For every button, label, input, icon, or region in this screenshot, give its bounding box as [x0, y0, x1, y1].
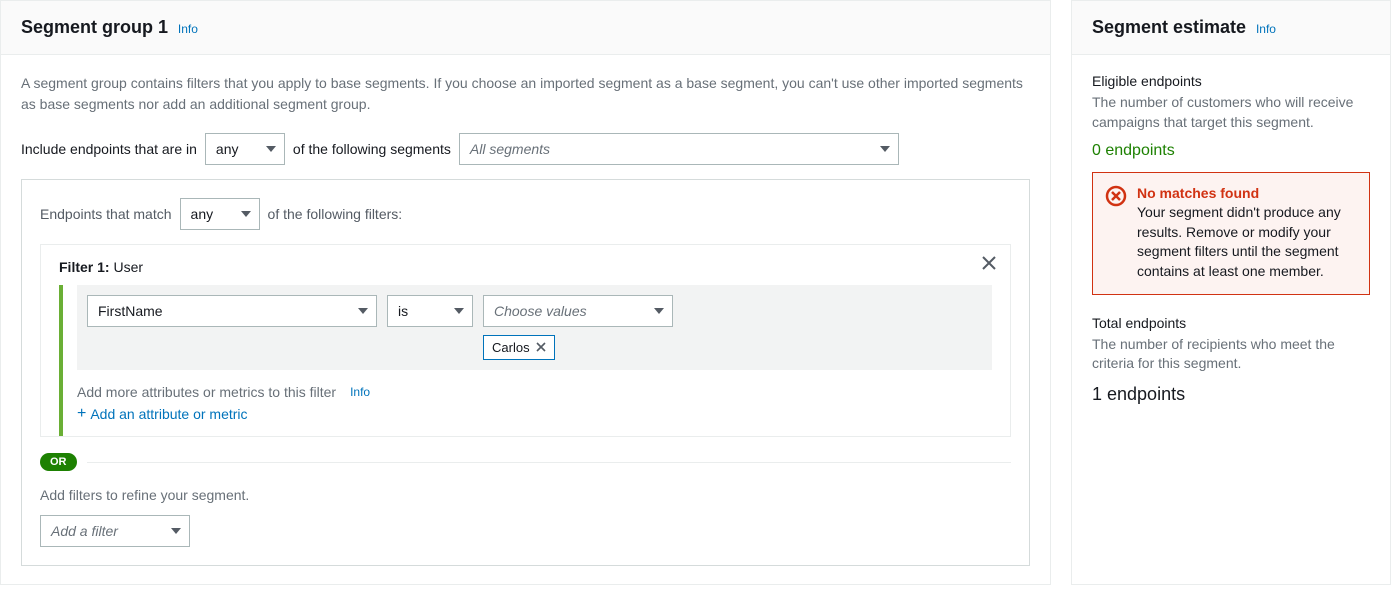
match-prefix-label: Endpoints that match: [40, 206, 172, 222]
total-section: Total endpoints The number of recipients…: [1092, 315, 1370, 405]
match-suffix-label: of the following filters:: [268, 206, 403, 222]
match-mode-value: any: [191, 206, 214, 222]
segment-estimate-panel: Segment estimate Info Eligible endpoints…: [1071, 0, 1391, 585]
alert-text: Your segment didn't produce any results.…: [1137, 203, 1357, 281]
hint-text: Add more attributes or metrics to this f…: [77, 384, 336, 400]
filter-accent-bar: [59, 285, 63, 436]
attribute-value: FirstName: [98, 303, 163, 319]
filter-title: Filter 1: User: [59, 259, 992, 275]
filters-box: Endpoints that match any of the followin…: [21, 179, 1030, 566]
refine-hint: Add filters to refine your segment.: [40, 487, 1011, 503]
panel-title: Segment group 1: [21, 17, 168, 37]
filter-label: Filter 1:: [59, 259, 110, 275]
total-heading: Total endpoints: [1092, 315, 1370, 331]
include-prefix-label: Include endpoints that are in: [21, 141, 197, 157]
or-divider: OR: [40, 453, 1011, 471]
filter-card: Filter 1: User FirstName: [40, 244, 1011, 437]
remove-chip-button[interactable]: [536, 340, 546, 355]
chevron-down-icon: [880, 146, 890, 152]
chevron-down-icon: [358, 308, 368, 314]
add-filter-select[interactable]: Add a filter: [40, 515, 190, 547]
eligible-count: 0 endpoints: [1092, 142, 1370, 160]
chevron-down-icon: [266, 146, 276, 152]
info-link[interactable]: Info: [178, 22, 198, 36]
include-mode-value: any: [216, 141, 239, 157]
eligible-description: The number of customers who will receive…: [1092, 93, 1370, 132]
values-placeholder: Choose values: [494, 303, 587, 319]
value-chip: Carlos: [483, 335, 555, 360]
add-filter-placeholder: Add a filter: [51, 523, 118, 539]
eligible-section: Eligible endpoints The number of custome…: [1092, 73, 1370, 295]
add-attribute-button[interactable]: + Add an attribute or metric: [77, 406, 248, 422]
chip-label: Carlos: [492, 340, 530, 355]
side-header: Segment estimate Info: [1072, 1, 1390, 55]
operator-value: is: [398, 303, 408, 319]
chevron-down-icon: [241, 211, 251, 217]
remove-filter-button[interactable]: [982, 255, 996, 273]
include-row: Include endpoints that are in any of the…: [21, 133, 1030, 165]
match-mode-select[interactable]: any: [180, 198, 260, 230]
panel-description: A segment group contains filters that yo…: [21, 73, 1030, 115]
include-suffix-label: of the following segments: [293, 141, 451, 157]
operator-select[interactable]: is: [387, 295, 473, 327]
match-row: Endpoints that match any of the followin…: [40, 198, 1011, 230]
segments-select[interactable]: All segments: [459, 133, 899, 165]
total-count: 1 endpoints: [1092, 384, 1370, 405]
info-link[interactable]: Info: [1256, 22, 1276, 36]
info-link[interactable]: Info: [350, 385, 370, 399]
attribute-select[interactable]: FirstName: [87, 295, 377, 327]
or-pill: OR: [40, 453, 77, 471]
close-icon: [982, 256, 996, 270]
divider-line: [87, 462, 1012, 463]
side-title: Segment estimate: [1092, 17, 1246, 37]
alert-title: No matches found: [1137, 185, 1357, 201]
chevron-down-icon: [654, 308, 664, 314]
chevron-down-icon: [171, 528, 181, 534]
no-matches-alert: No matches found Your segment didn't pro…: [1092, 172, 1370, 294]
plus-icon: +: [77, 406, 86, 422]
filter-criteria-row: FirstName is Choose values: [77, 285, 992, 370]
chevron-down-icon: [454, 308, 464, 314]
add-attribute-label: Add an attribute or metric: [90, 406, 247, 422]
close-icon: [536, 342, 546, 352]
filter-type: User: [113, 259, 143, 275]
eligible-heading: Eligible endpoints: [1092, 73, 1370, 89]
panel-header: Segment group 1 Info: [1, 1, 1050, 55]
error-icon: [1105, 185, 1127, 281]
segments-placeholder: All segments: [470, 141, 550, 157]
include-mode-select[interactable]: any: [205, 133, 285, 165]
values-select[interactable]: Choose values: [483, 295, 673, 327]
segment-group-panel: Segment group 1 Info A segment group con…: [0, 0, 1051, 585]
total-description: The number of recipients who meet the cr…: [1092, 335, 1370, 374]
add-attribute-hint: Add more attributes or metrics to this f…: [77, 384, 992, 400]
